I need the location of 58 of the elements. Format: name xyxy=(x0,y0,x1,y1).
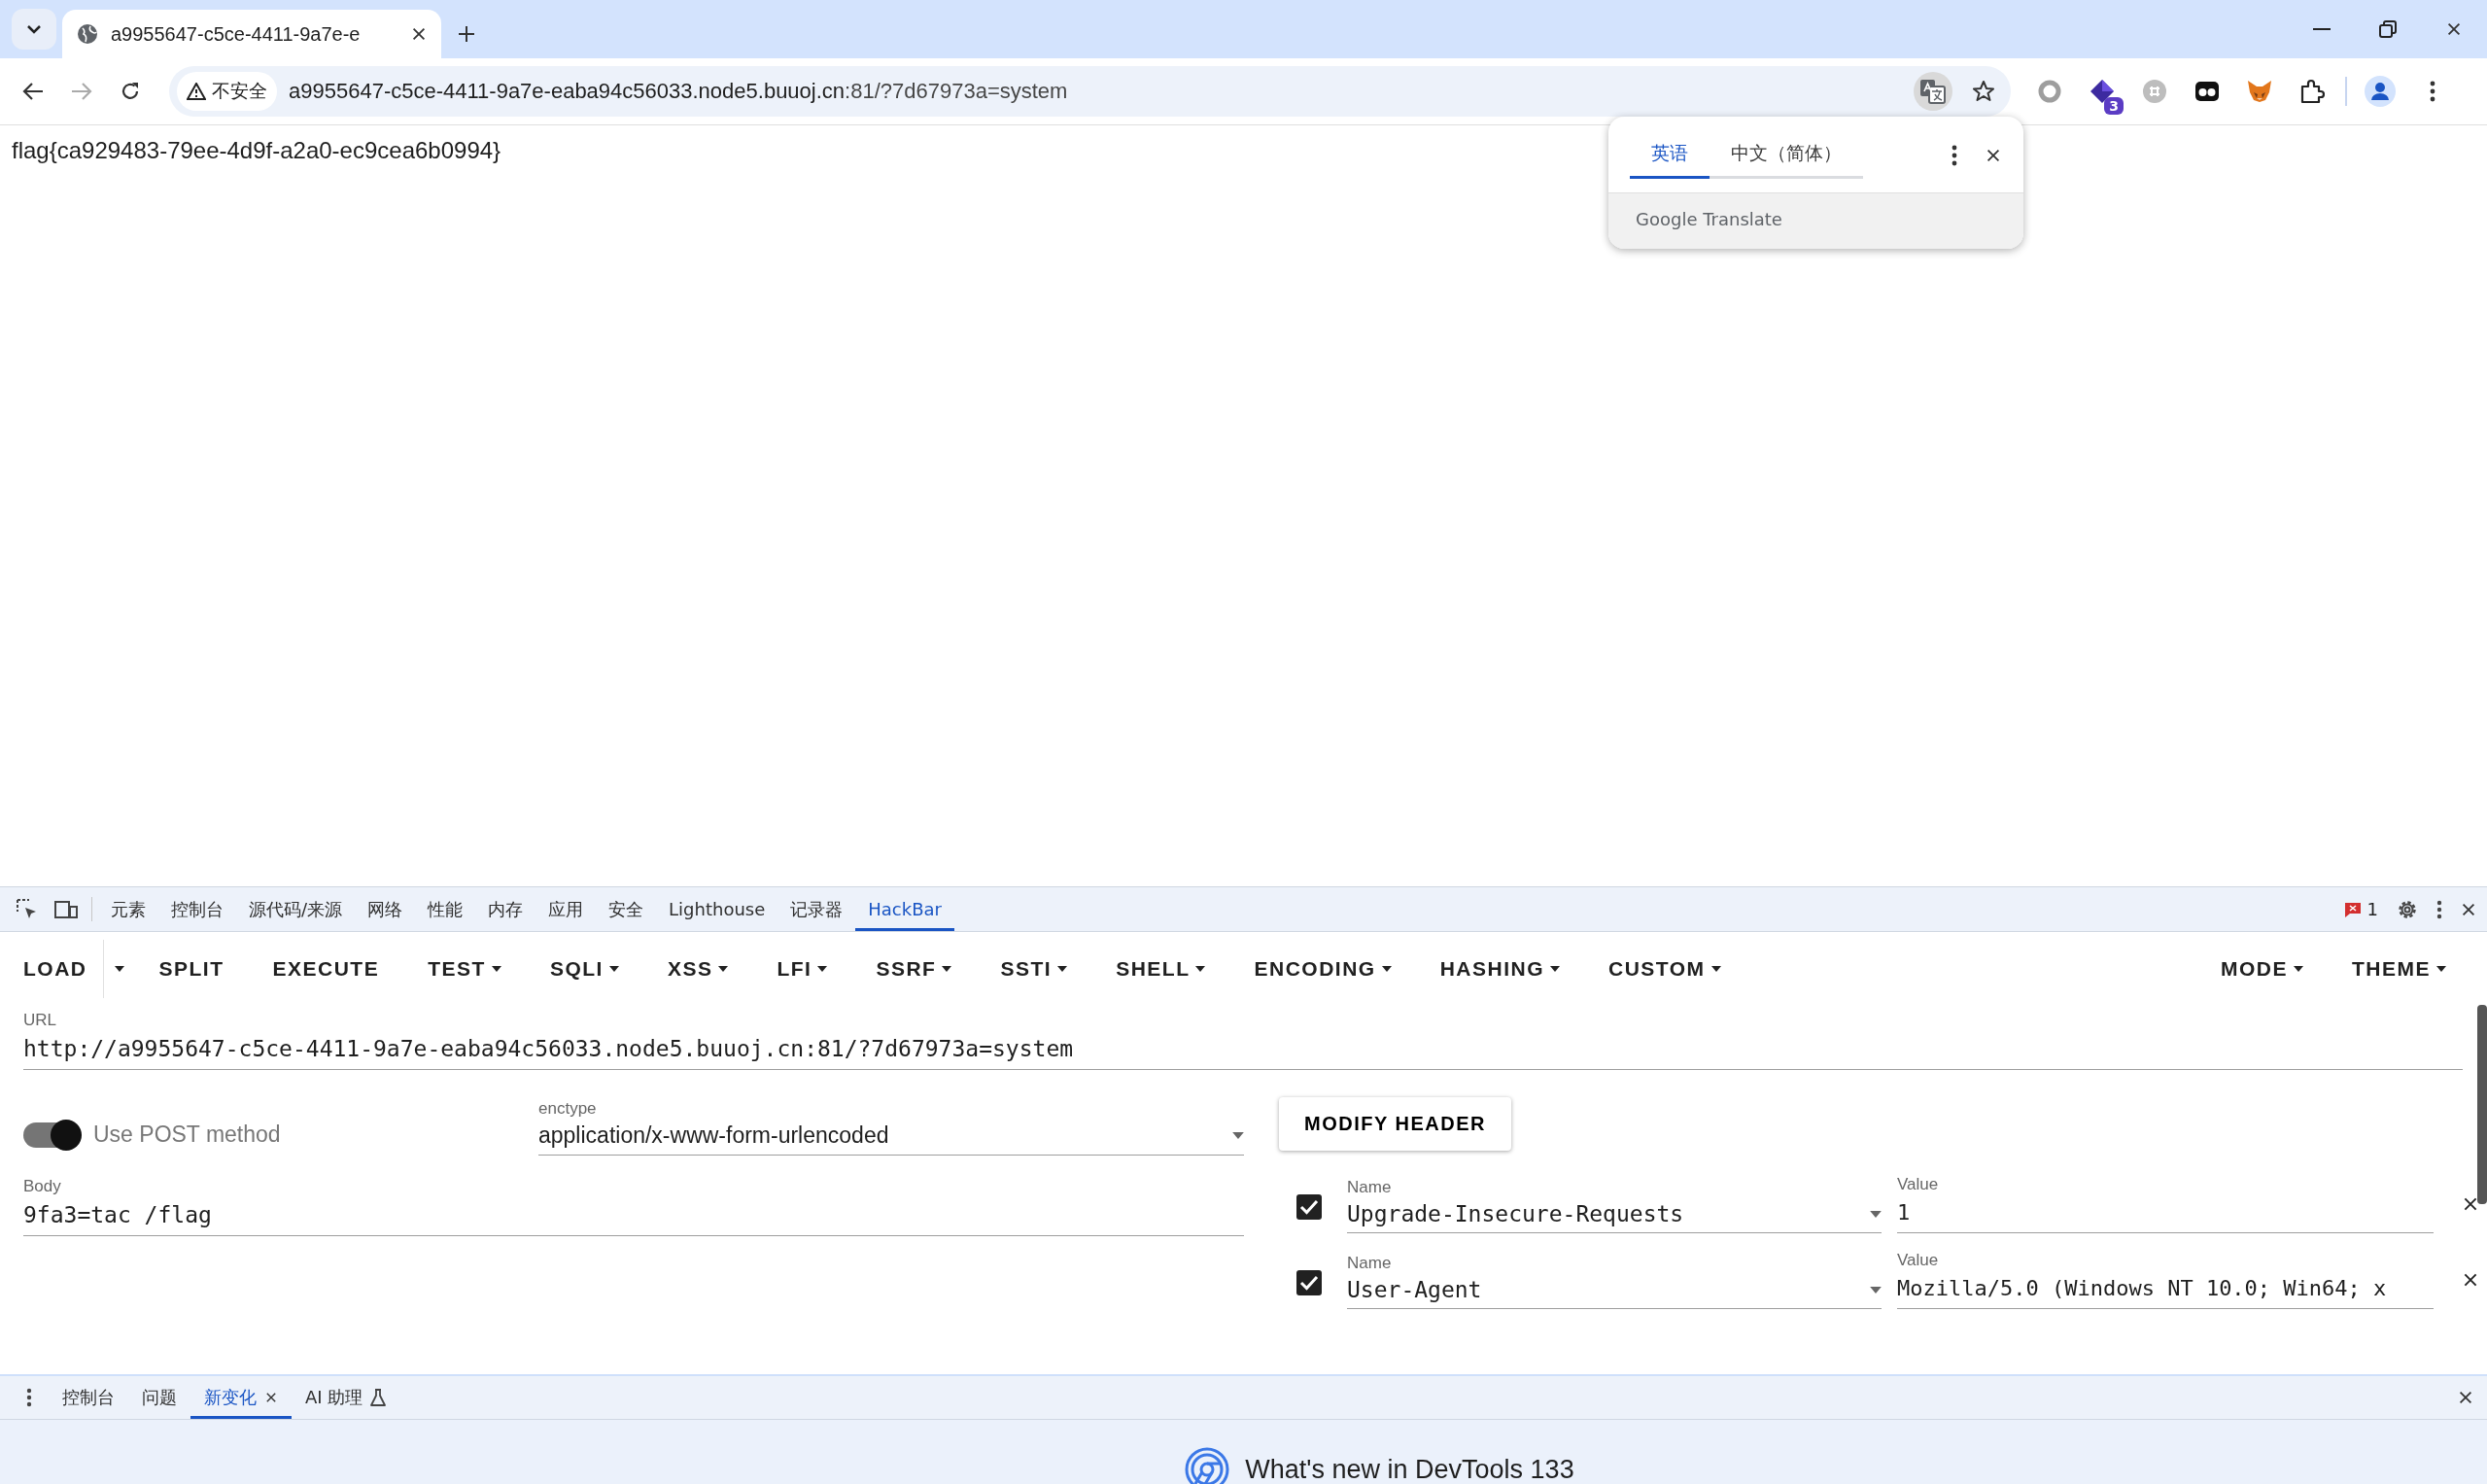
menu-button[interactable]: CUSTOM xyxy=(1593,943,1737,994)
security-chip[interactable]: 不安全 xyxy=(177,72,277,111)
field-label: URL xyxy=(23,1011,57,1030)
field-label: Name xyxy=(1347,1178,1393,1197)
field-label: Value xyxy=(1897,1251,1940,1270)
notification-badge: 3 xyxy=(2104,97,2124,115)
devtools-tab[interactable]: 源代码/来源 xyxy=(236,887,356,931)
devtools-tab[interactable]: 网络 xyxy=(355,887,416,931)
header-name-select[interactable]: Upgrade-Insecure-Requests xyxy=(1347,1197,1882,1233)
field-label: enctype xyxy=(538,1099,598,1119)
drawer-tab[interactable]: 控制台 xyxy=(49,1376,128,1419)
menu-button[interactable]: THEME xyxy=(2336,943,2462,994)
language-tab[interactable]: 英语 xyxy=(1630,132,1710,179)
load-button[interactable]: LOAD xyxy=(8,943,103,994)
header-value-field[interactable]: Mozilla/5.0 (Windows NT 10.0; Win64; x xyxy=(1897,1270,2434,1309)
modify-header-button[interactable]: MODIFY HEADER xyxy=(1279,1097,1511,1151)
menu-button[interactable]: XSS xyxy=(651,943,744,994)
tab-title: a9955647-c5ce-4411-9a7e-e xyxy=(111,22,362,46)
url-field[interactable]: http://a9955647-c5ce-4411-9a7e-eaba94c56033.node5.buuoj.cn:81/?7d67973a=system xyxy=(23,1030,2463,1070)
devtools-tab[interactable]: 元素 xyxy=(98,887,158,931)
toolbar-button[interactable]: SPLIT xyxy=(143,943,240,994)
menu-button[interactable]: HASHING xyxy=(1424,943,1575,994)
menu-button[interactable]: SSRF xyxy=(860,943,968,994)
field-label: Body xyxy=(23,1177,62,1196)
field-label: Name xyxy=(1347,1254,1393,1273)
menu-button[interactable]: SQLI xyxy=(534,943,635,994)
devtools-tab[interactable]: Lighthouse xyxy=(656,887,778,931)
devtools-tab[interactable]: 控制台 xyxy=(158,887,236,931)
url-text: a9955647-c5ce-4411-9a7e-eaba94c56033.node5.buuoj.cn:81/?7d67973a=system xyxy=(289,79,1068,104)
language-tab[interactable]: 中文（简体） xyxy=(1710,132,1863,179)
error-counter[interactable]: 1 xyxy=(2343,899,2378,919)
enctype-select[interactable]: application/x-www-form-urlencoded xyxy=(538,1119,1244,1156)
menu-button[interactable]: TEST xyxy=(412,943,517,994)
devtools-tab[interactable]: 记录器 xyxy=(777,887,856,931)
switch-label: Use POST method xyxy=(93,1122,281,1148)
toolbar-button[interactable]: EXECUTE xyxy=(257,943,396,994)
devtools-tab[interactable]: 性能 xyxy=(415,887,476,931)
drawer-tab[interactable]: AI 助理 xyxy=(292,1376,400,1419)
devtools-tab[interactable]: 内存 xyxy=(475,887,536,931)
menu-button[interactable]: MODE xyxy=(2205,943,2319,994)
address-bar[interactable]: 不安全 a9955647-c5ce-4411-9a7e-eaba94c56033.node5.buuoj.cn:81/?7d67973a=system xyxy=(169,66,2011,117)
security-label: 不安全 xyxy=(212,79,267,103)
menu-button[interactable]: ENCODING xyxy=(1238,943,1407,994)
devtools-tab[interactable]: 安全 xyxy=(596,887,657,931)
menu-button[interactable]: SHELL xyxy=(1100,943,1222,994)
header-value-field[interactable]: 1 xyxy=(1897,1194,2434,1233)
body-field[interactable]: 9fa3=tac /flag xyxy=(23,1196,1244,1236)
devtools-tab[interactable]: HackBar xyxy=(855,887,954,931)
menu-button[interactable]: LFI xyxy=(761,943,844,994)
field-label: Value xyxy=(1897,1175,1940,1194)
translate-footer: Google Translate xyxy=(1636,209,1782,229)
devtools-tab[interactable]: 应用 xyxy=(535,887,597,931)
drawer-tab[interactable]: 问题 xyxy=(128,1376,190,1419)
whats-new-heading: What's new in DevTools 133 xyxy=(1245,1454,1574,1484)
menu-button[interactable]: SSTI xyxy=(984,943,1084,994)
header-name-select[interactable]: User-Agent xyxy=(1347,1273,1882,1309)
flag-text: flag{ca929483-79ee-4d9f-a2a0-ec9cea6b0994} xyxy=(12,137,501,163)
browser-tab[interactable]: a9955647-c5ce-4411-9a7e-e xyxy=(62,10,441,58)
